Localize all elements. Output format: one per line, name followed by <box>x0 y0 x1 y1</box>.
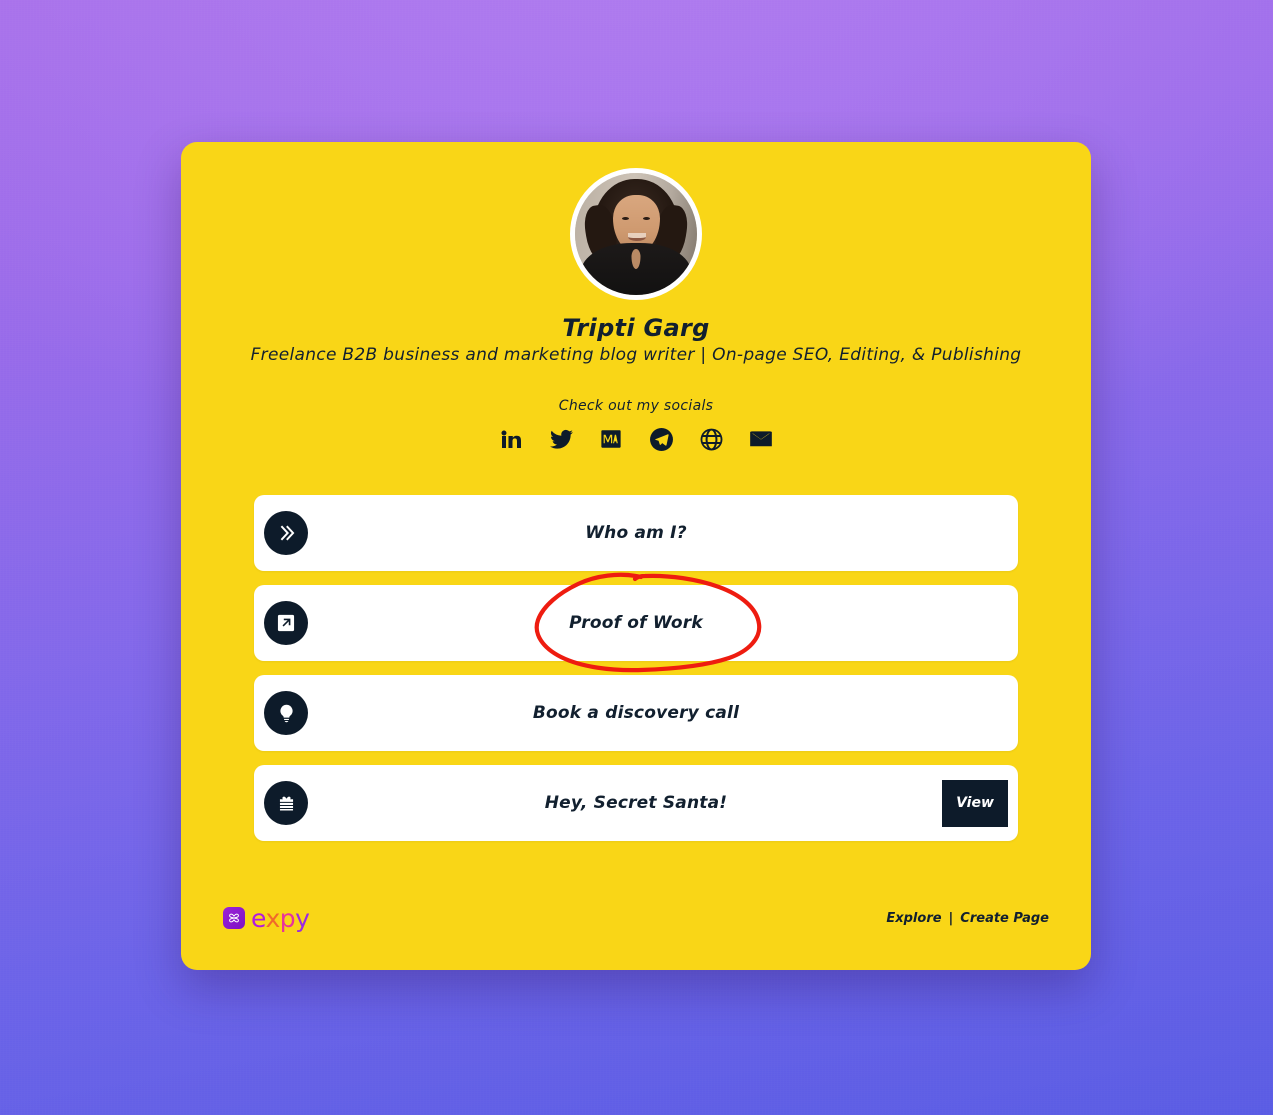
brand-letter-e: e <box>251 903 266 933</box>
avatar <box>570 168 702 300</box>
expy-brand[interactable]: expy <box>223 903 310 933</box>
linkedin-icon[interactable] <box>497 425 525 453</box>
view-button[interactable]: View <box>942 779 1008 827</box>
footer-links: Explore | Create Page <box>886 911 1049 926</box>
card-footer: expy Explore | Create Page <box>223 902 1049 934</box>
social-links <box>181 425 1091 453</box>
avatar-clothing <box>581 243 691 295</box>
socials-heading: Check out my socials <box>558 398 714 414</box>
link-row-proof-of-work[interactable]: Proof of Work <box>254 585 1018 661</box>
avatar-eye-right <box>643 217 650 220</box>
website-icon[interactable] <box>697 425 725 453</box>
double-chevron-right-icon <box>264 511 308 555</box>
link-label: Hey, Secret Santa! <box>544 793 728 813</box>
medium-icon[interactable] <box>597 425 625 453</box>
footer-separator: | <box>948 910 954 926</box>
link-row-discovery-call[interactable]: Book a discovery call <box>254 675 1018 751</box>
link-label: Who am I? <box>585 523 687 543</box>
telegram-icon[interactable] <box>647 425 675 453</box>
avatar-smile <box>628 233 646 241</box>
page-title: Tripti Garg <box>562 314 710 342</box>
expy-wordmark: expy <box>251 903 310 933</box>
twitter-icon[interactable] <box>547 425 575 453</box>
expy-logo-icon <box>223 907 245 929</box>
link-label: Book a discovery call <box>532 703 740 723</box>
brand-letter-y: y <box>295 903 310 933</box>
link-label: Proof of Work <box>569 613 703 633</box>
lightbulb-icon <box>264 691 308 735</box>
link-list: Who am I? Proof of Work Book a discovery… <box>254 495 1018 841</box>
page-stage: Tripti Garg Freelance B2B business and m… <box>0 0 1273 1115</box>
gift-icon <box>264 781 308 825</box>
link-row-secret-santa[interactable]: Hey, Secret Santa! View <box>254 765 1018 841</box>
brand-letter-p: p <box>279 903 296 933</box>
profile-bio: Freelance B2B business and marketing blo… <box>250 345 1022 365</box>
avatar-eye-left <box>622 217 629 220</box>
link-row-who-am-i[interactable]: Who am I? <box>254 495 1018 571</box>
profile-card: Tripti Garg Freelance B2B business and m… <box>181 142 1091 970</box>
arrow-up-right-box-icon <box>264 601 308 645</box>
create-page-link[interactable]: Create Page <box>960 911 1049 926</box>
brand-letter-x: x <box>265 903 280 933</box>
explore-link[interactable]: Explore <box>886 911 941 926</box>
avatar-photo <box>575 173 697 295</box>
email-icon[interactable] <box>747 425 775 453</box>
